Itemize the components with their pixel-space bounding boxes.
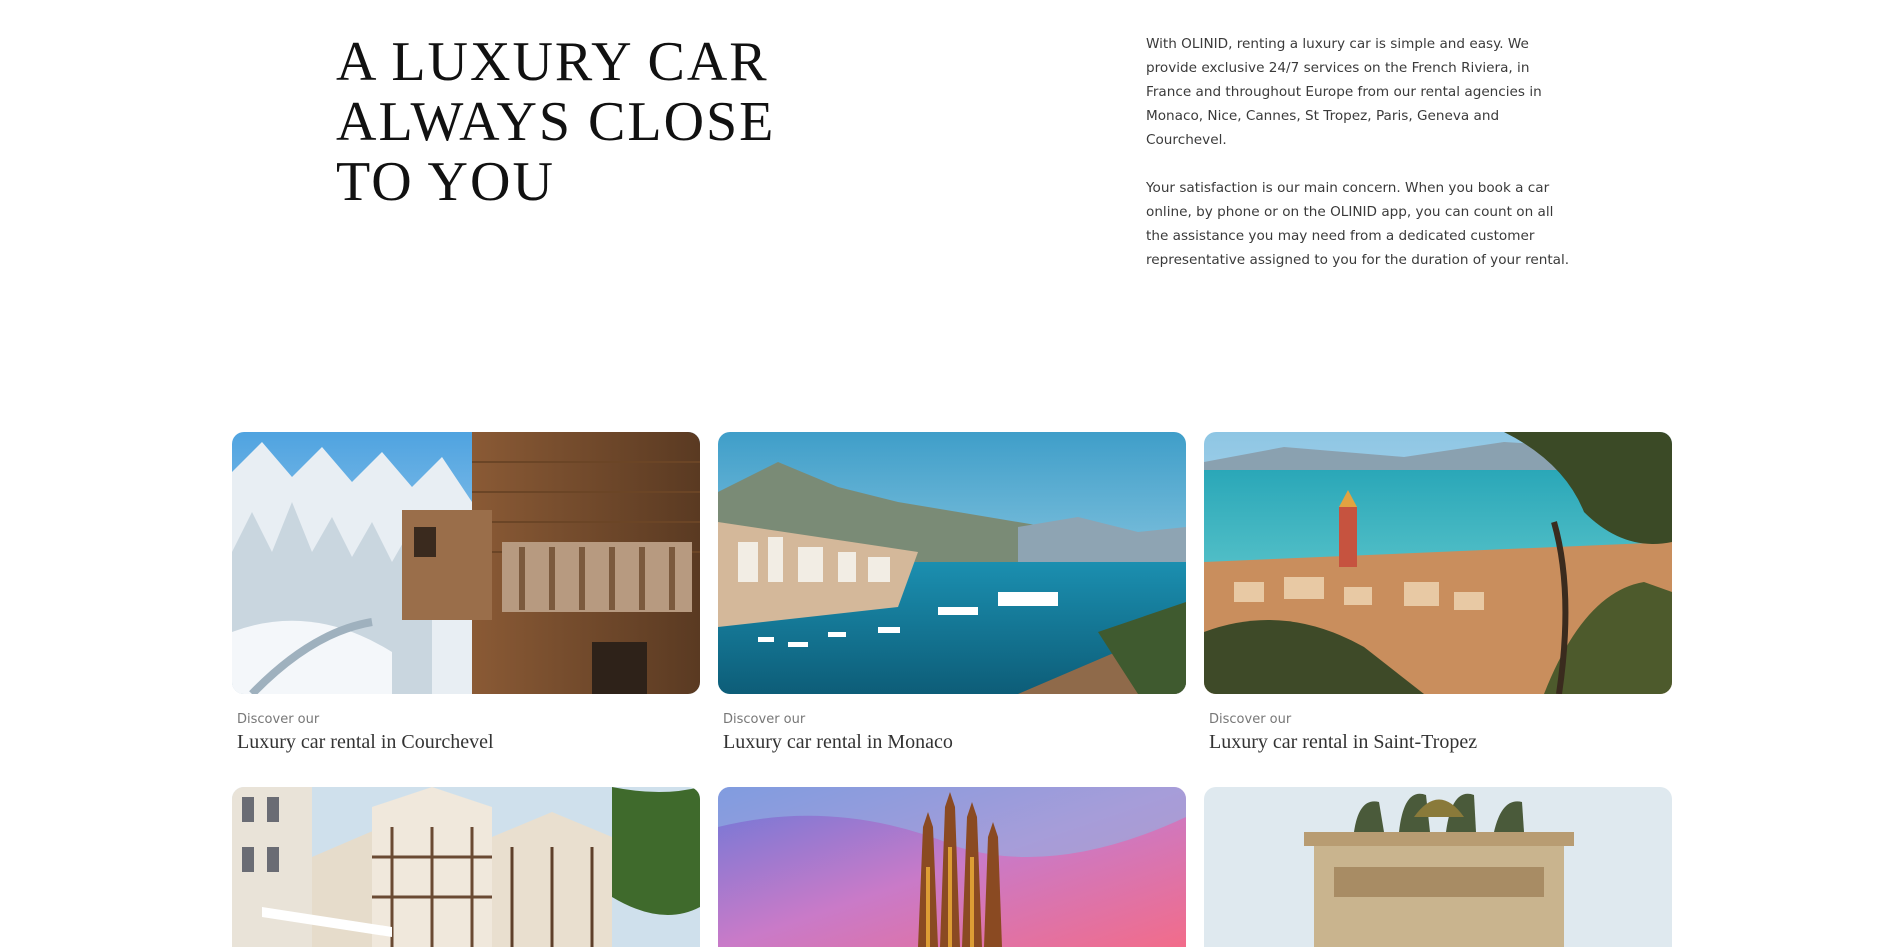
title-line: TO YOU: [336, 151, 555, 213]
card-eyebrow: Discover our: [723, 712, 806, 727]
destination-card-courchevel[interactable]: Discover our Luxury car rental in Courch…: [232, 432, 700, 754]
page-title: A LUXURY CAR ALWAYS CLOSE TO YOU: [336, 32, 775, 212]
destination-card-strasbourg[interactable]: [232, 787, 700, 947]
card-eyebrow: Discover our: [1209, 712, 1292, 727]
card-title[interactable]: Luxury car rental in Saint-Tropez: [1209, 731, 1672, 754]
destination-card-barcelona[interactable]: [718, 787, 1186, 947]
card-eyebrow: Discover our: [237, 712, 320, 727]
monaco-harbor-photo: [718, 432, 1186, 694]
destination-card-monaco[interactable]: Discover our Luxury car rental in Monaco: [718, 432, 1186, 754]
destination-card-saint-tropez[interactable]: Discover our Luxury car rental in Saint-…: [1204, 432, 1672, 754]
half-timbered-town-photo: [232, 787, 700, 947]
saint-tropez-bay-photo: [1204, 432, 1672, 694]
title-line: A LUXURY CAR: [336, 31, 769, 93]
intro-paragraph: Your satisfaction is our main concern. W…: [1146, 180, 1570, 268]
cathedral-sunset-photo: [718, 787, 1186, 947]
destination-card-paris[interactable]: [1204, 787, 1672, 947]
title-line: ALWAYS CLOSE: [336, 91, 776, 153]
card-title[interactable]: Luxury car rental in Courchevel: [237, 731, 700, 754]
snowy-chalet-photo: [232, 432, 700, 694]
card-title[interactable]: Luxury car rental in Monaco: [723, 731, 1186, 754]
intro-text: With OLINID, renting a luxury car is sim…: [1146, 32, 1576, 296]
arch-quadriga-photo: [1204, 787, 1672, 947]
intro-paragraph: With OLINID, renting a luxury car is sim…: [1146, 36, 1542, 148]
